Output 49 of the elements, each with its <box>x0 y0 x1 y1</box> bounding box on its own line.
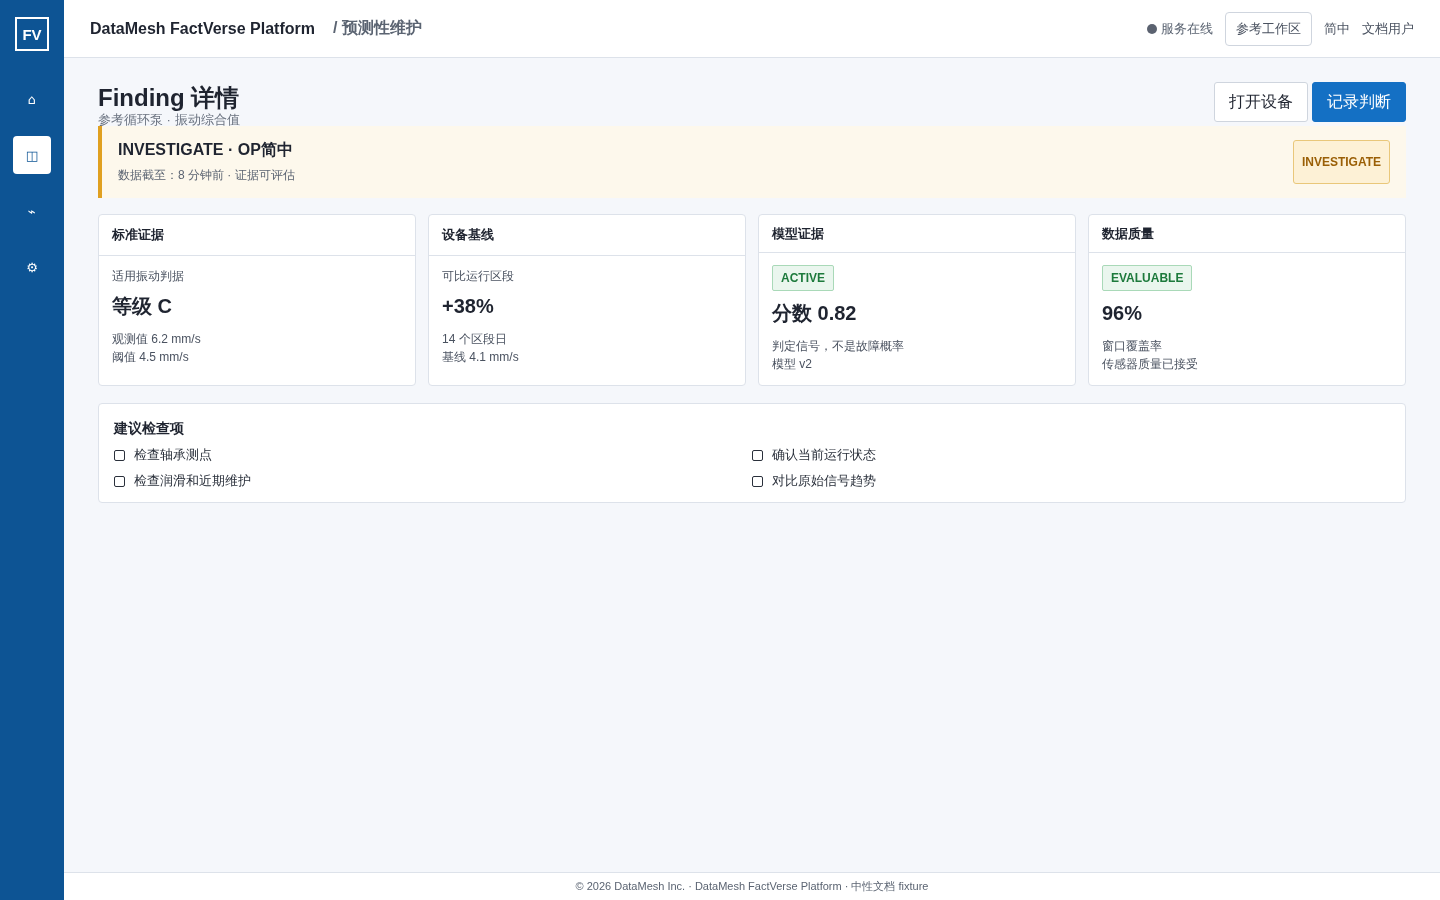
card-detail: 判定信号，不是故障概率 <box>772 338 905 355</box>
nav-button[interactable]: ◫ <box>13 136 51 174</box>
open-button[interactable]: 打开设备 <box>1214 82 1308 122</box>
card-detail: 窗口覆盖率 <box>1102 338 1163 355</box>
page-title: Finding 详情 <box>98 84 241 112</box>
card-detail: 阈值 4.5 mm/s <box>112 349 190 366</box>
card-detail: 观测值 6.2 mm/s <box>112 331 202 348</box>
card-caption: 适用振动判据 <box>112 268 185 284</box>
checkbox[interactable] <box>114 475 125 487</box>
panel-title: 建议检查项 <box>114 420 185 438</box>
nav-button[interactable]: ⌁ <box>13 192 51 230</box>
card-title: 数据质量 <box>1089 215 1405 253</box>
status-badge: ACTIVE <box>772 265 834 291</box>
card-title: 设备基线 <box>429 215 745 256</box>
card-value: 96% <box>1102 301 1144 325</box>
checkbox[interactable] <box>752 475 763 487</box>
nav-button[interactable]: ⚙ <box>13 248 51 286</box>
card-detail: 14 个区段日 <box>442 331 508 348</box>
card-detail: 传感器质量已接受 <box>1102 356 1199 373</box>
workspace-button[interactable]: 参考工作区 <box>1225 11 1312 46</box>
language-link[interactable]: 简中 <box>1324 19 1350 38</box>
checklist-label: 确认当前运行状态 <box>772 446 876 464</box>
checkbox[interactable] <box>752 449 763 461</box>
checklist-label: 检查润滑和近期维护 <box>134 472 251 490</box>
nav-button[interactable]: ⌂ <box>13 80 51 118</box>
checklist-label: 检查轴承测点 <box>134 446 212 464</box>
status-dot-icon <box>1147 23 1157 34</box>
card-value: +38% <box>442 294 495 318</box>
status-badge: INVESTIGATE <box>1292 140 1390 184</box>
card-title: 标准证据 <box>99 215 415 256</box>
breadcrumb: / 预测性维护 <box>333 18 422 38</box>
status-indicator: 服务在线 <box>1147 19 1213 38</box>
user-link[interactable]: 文档用户 <box>1362 19 1414 38</box>
checklist-label: 对比原始信号趋势 <box>772 472 876 490</box>
logo: FV <box>15 17 49 51</box>
app-title: DataMesh FactVerse Platform <box>90 19 315 38</box>
card-value: 分数 0.82 <box>772 301 858 325</box>
status-badge: EVALUABLE <box>1102 265 1193 291</box>
page-subtitle: 参考循环泵 · 振动综合值 <box>98 112 241 128</box>
checkbox[interactable] <box>114 449 125 461</box>
banner-detail: 数据截至：8 分钟前 · 证据可评估 <box>118 167 296 184</box>
banner-title: INVESTIGATE · OP简中 <box>118 140 294 160</box>
card-title: 模型证据 <box>759 215 1075 253</box>
card-caption: 可比运行区段 <box>442 268 515 284</box>
card-value: 等级 C <box>112 294 173 318</box>
footer-text: © 2026 DataMesh Inc. · DataMesh FactVerse Platform · 中性文档 fixture <box>575 879 929 894</box>
card-detail: 基线 4.1 mm/s <box>442 349 520 366</box>
record-button[interactable]: 记录判断 <box>1312 82 1406 122</box>
card-detail: 模型 v2 <box>772 356 813 373</box>
